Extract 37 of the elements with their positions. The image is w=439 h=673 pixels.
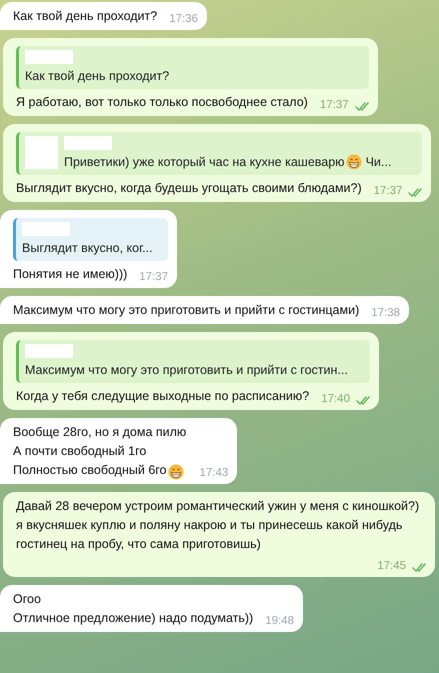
message-time: 17:45 — [377, 559, 406, 574]
message-time: 17:37 — [374, 184, 402, 199]
redacted-name — [22, 222, 70, 236]
message-text: Максимум что могу это приготовить и прийти с гостинцами) — [13, 302, 360, 319]
redacted-name — [25, 50, 73, 64]
message-text: Отличное предложение) надо подумать)) — [13, 610, 254, 627]
quoted-text: Максимум что могу это приготовить и прийти с гостин... — [25, 362, 348, 379]
redacted-name — [64, 136, 112, 150]
grinning-face-icon — [168, 464, 184, 480]
grinning-face-icon — [346, 154, 362, 170]
quoted-text: Чи... — [366, 154, 392, 171]
quoted-text: Приветики) уже который час на кухне кашеварю — [64, 154, 345, 171]
message-time: 19:48 — [265, 614, 294, 629]
message-text: Вообще 28го, но я дома пилю — [13, 424, 186, 441]
quoted-text: Как твой день проходит? — [25, 68, 170, 85]
message-text: А почти свободный 1го — [13, 443, 146, 460]
message-text: Я работаю, вот только только посвободнее стало) — [16, 94, 308, 111]
message-text: Полностью свободный 6го — [13, 462, 167, 479]
message-text: Выглядит вкусно, когда будешь угощать своими блюдами?) — [16, 180, 362, 197]
message-time: 17:36 — [169, 12, 198, 27]
message-text: Когда у тебя следущие выходные по расписанию? — [16, 388, 310, 405]
message-text: Огоо — [13, 591, 41, 608]
reply-quote[interactable]: Выглядит вкусно, ког... — [13, 218, 168, 261]
reply-quote[interactable]: Максимум что могу это приготовить и прийти с гостин... — [16, 340, 370, 383]
redacted-name — [25, 344, 73, 358]
reply-quote[interactable]: Приветики) уже который час на кухне кашеварю Чи... — [16, 132, 422, 175]
reply-quote[interactable]: Как твой день проходит? — [16, 46, 369, 89]
message-time: 17:37 — [139, 270, 168, 285]
message-time: 17:43 — [200, 466, 228, 481]
redacted-thumbnail — [25, 136, 58, 169]
message-text: Как твой день проходит? — [13, 8, 158, 25]
message-time: 17:38 — [371, 306, 400, 321]
message-time: 17:37 — [320, 98, 349, 113]
message-time: 17:40 — [321, 392, 350, 407]
message-text: Понятия не имею))) — [13, 266, 128, 283]
quoted-text: Выглядит вкусно, ког... — [22, 240, 153, 257]
message-text: Давай 28 вечером устроим романтический ужин у меня с киношкой?) я вкусняшек куплю и поляну накрою и ты принесешь какой нибудь гостинец на пробу, что сама приготовишь) — [16, 498, 420, 553]
